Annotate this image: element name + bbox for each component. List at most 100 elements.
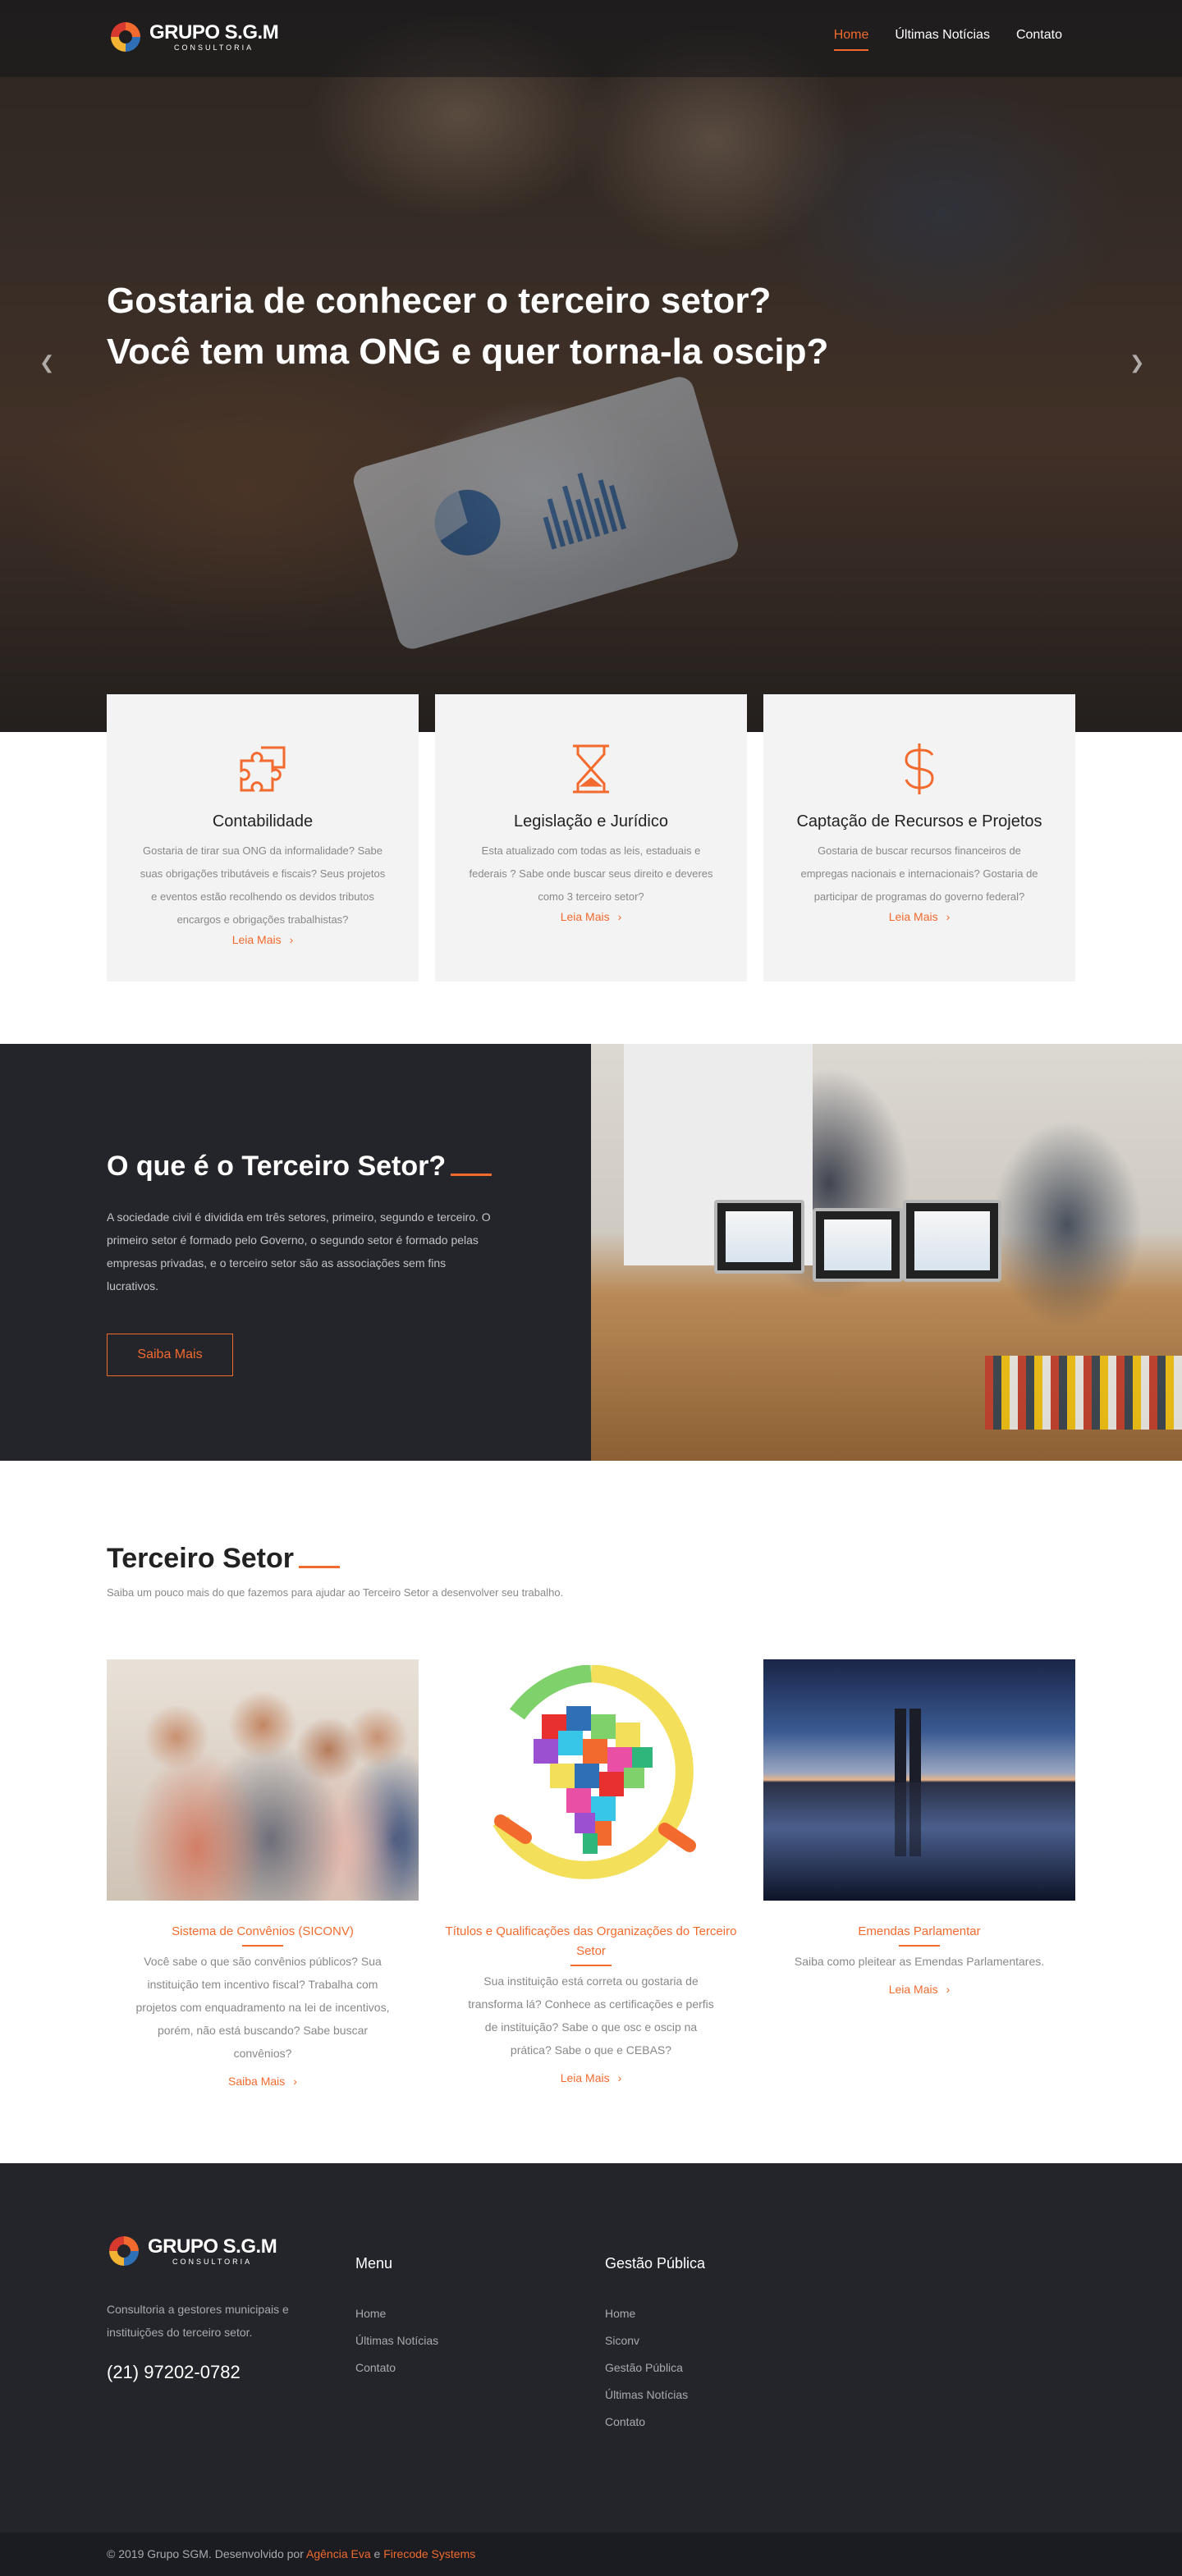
footer-about: GRUPO S.G.M CONSULTORIA Consultoria a ge… [107,2234,320,2383]
footer-link-gestao-publica[interactable]: Gestão Pública [605,2361,683,2374]
card-read-more-link[interactable]: Leia Mais › [889,910,951,923]
services-title: Terceiro Setor [107,1543,341,1575]
card-title: Legislação e Jurídico [514,812,668,830]
main-nav: Home Últimas Notícias Contato [833,28,1062,51]
read-more-label: Leia Mais [231,933,282,946]
brazil-map-image [435,1659,747,1901]
services-header: Terceiro Setor Saiba um pouco mais do qu… [107,1543,563,1599]
footer-link-contato[interactable]: Contato [355,2361,396,2374]
copyright-prefix: © 2019 Grupo SGM. Desenvolvido por [107,2547,304,2560]
hero-title-line1: Gostaria de conhecer o terceiro setor? [107,281,772,321]
card-text: Gostaria de tirar sua ONG da informalida… [140,844,386,926]
card-read-more-link[interactable]: Leia Mais › [561,910,622,923]
card-text: Gostaria de buscar recursos financeiros … [800,844,1038,903]
congress-image [763,1659,1075,1901]
services-title-text: Terceiro Setor [107,1543,295,1574]
logo-mark-icon [111,22,140,52]
read-more-label: Saiba Mais [228,2075,286,2088]
read-more-label: Leia Mais [888,1983,938,1996]
card-title: Captação de Recursos e Projetos [796,812,1042,830]
chevron-right-icon[interactable]: ❯ [1129,353,1144,373]
service-text: Saiba como pleitear as Emendas Parlament… [794,1955,1045,1968]
footer-menu: Menu Home Últimas Notícias Contato [355,2255,438,2386]
chevron-right-icon: › [946,910,951,923]
laptop-image [903,1200,1001,1282]
service-siconv: Sistema de Convênios (SICONV) Você sabe … [107,1659,419,2089]
logo-text: GRUPO S.G.M CONSULTORIA [148,2235,277,2266]
page: Gostaria de conhecer o terceiro setor? V… [0,0,1182,2576]
footer-link-ultimas-noticias[interactable]: Últimas Notícias [605,2388,688,2401]
footer-gestao-list: Home Siconv Gestão Pública Últimas Notíc… [605,2305,705,2429]
congress-tower [895,1709,906,1782]
books-image [985,1356,1182,1430]
service-read-more-link[interactable]: Leia Mais › [561,2071,622,2084]
card-text: Esta atualizado com todas as leis, estad… [469,844,713,903]
about-title-text: O que é o Terceiro Setor? [107,1151,447,1182]
copyright-text: © 2019 Grupo SGM. Desenvolvido por Agênc… [107,2547,475,2560]
footer-menu-list: Home Últimas Notícias Contato [355,2305,438,2375]
service-read-more-link[interactable]: Saiba Mais › [228,2075,297,2088]
logo-text: GRUPO S.G.M CONSULTORIA [149,22,279,52]
footer-link-contato[interactable]: Contato [605,2415,645,2428]
title-underline [451,1174,492,1176]
card-legislacao: Legislação e Jurídico Esta atualizado co… [435,694,747,981]
service-title[interactable]: Sistema de Convênios (SICONV) [172,1922,354,1947]
meeting-photo [591,1044,1182,1461]
chevron-right-icon: › [289,933,294,946]
hero-title: Gostaria de conhecer o terceiro setor? V… [107,276,828,377]
card-captacao: Captação de Recursos e Projetos Gostaria… [763,694,1075,981]
logo-subtitle: CONSULTORIA [172,2257,253,2266]
nav-contato[interactable]: Contato [1016,28,1062,51]
feature-cards: Contabilidade Gostaria de tirar sua ONG … [107,694,1075,981]
congress-tower [909,1709,921,1782]
logo-title: GRUPO S.G.M [148,2235,277,2258]
service-text: Você sabe o que são convênios públicos? … [135,1955,390,2060]
logo[interactable]: GRUPO S.G.M CONSULTORIA [108,20,279,54]
service-title[interactable]: Emendas Parlamentar [858,1922,981,1947]
card-read-more-link[interactable]: Leia Mais › [232,933,294,946]
chevron-right-icon: › [617,2071,622,2084]
people-coffee-image [107,1659,419,1901]
company-link[interactable]: Firecode Systems [383,2547,475,2560]
site-footer: GRUPO S.G.M CONSULTORIA Consultoria a ge… [0,2163,1182,2533]
footer-phone[interactable]: (21) 97202-0782 [107,2362,320,2383]
laptop-image [714,1200,804,1274]
saiba-mais-button[interactable]: Saiba Mais [107,1334,233,1376]
nav-home[interactable]: Home [833,28,868,51]
chevron-right-icon: › [617,910,622,923]
read-more-label: Leia Mais [560,2071,610,2084]
footer-menu-title: Menu [355,2255,393,2272]
footer-link-ultimas-noticias[interactable]: Últimas Notícias [355,2334,438,2347]
dollar-icon [891,740,948,798]
footer-description: Consultoria a gestores municipais e inst… [107,2303,289,2339]
service-title[interactable]: Títulos e Qualificações das Organizações… [435,1922,747,1966]
chevron-left-icon[interactable]: ❮ [39,353,54,373]
service-read-more-link[interactable]: Leia Mais › [889,1983,951,1996]
footer-link-home[interactable]: Home [605,2307,635,2320]
about-title: O que é o Terceiro Setor? [107,1151,492,1183]
services-grid: Sistema de Convênios (SICONV) Você sabe … [107,1659,1075,2089]
footer-logo[interactable]: GRUPO S.G.M CONSULTORIA [107,2234,320,2268]
services-section: Terceiro Setor Saiba um pouco mais do qu… [0,1461,1182,2163]
card-title: Contabilidade [212,812,314,830]
read-more-label: Leia Mais [560,910,610,923]
footer-gestao: Gestão Pública Home Siconv Gestão Públic… [605,2255,705,2441]
congress-tower-reflection [909,1782,921,1856]
service-emendas: Emendas Parlamentar Saiba como pleitear … [763,1659,1075,2089]
about-text: A sociedade civil é dividida em três set… [107,1210,491,1293]
agency-link[interactable]: Agência Eva [306,2547,371,2560]
hero-slider: Gostaria de conhecer o terceiro setor? V… [0,0,1182,732]
nav-ultimas-noticias[interactable]: Últimas Notícias [895,28,990,51]
site-header: GRUPO S.G.M CONSULTORIA Home Últimas Not… [0,0,1182,77]
logo-subtitle: CONSULTORIA [174,43,254,52]
logo-mark-icon [109,2236,139,2266]
footer-link-home[interactable]: Home [355,2307,386,2320]
card-contabilidade: Contabilidade Gostaria de tirar sua ONG … [107,694,419,981]
services-subtitle: Saiba um pouco mais do que fazemos para … [107,1586,564,1599]
footer-link-siconv[interactable]: Siconv [605,2334,639,2347]
read-more-label: Leia Mais [888,910,938,923]
hero-title-line2: Você tem uma ONG e quer torna-la oscip? [107,332,829,372]
puzzle-icon [234,740,291,798]
laptop-image [813,1208,903,1282]
chevron-right-icon: › [946,1983,951,1996]
